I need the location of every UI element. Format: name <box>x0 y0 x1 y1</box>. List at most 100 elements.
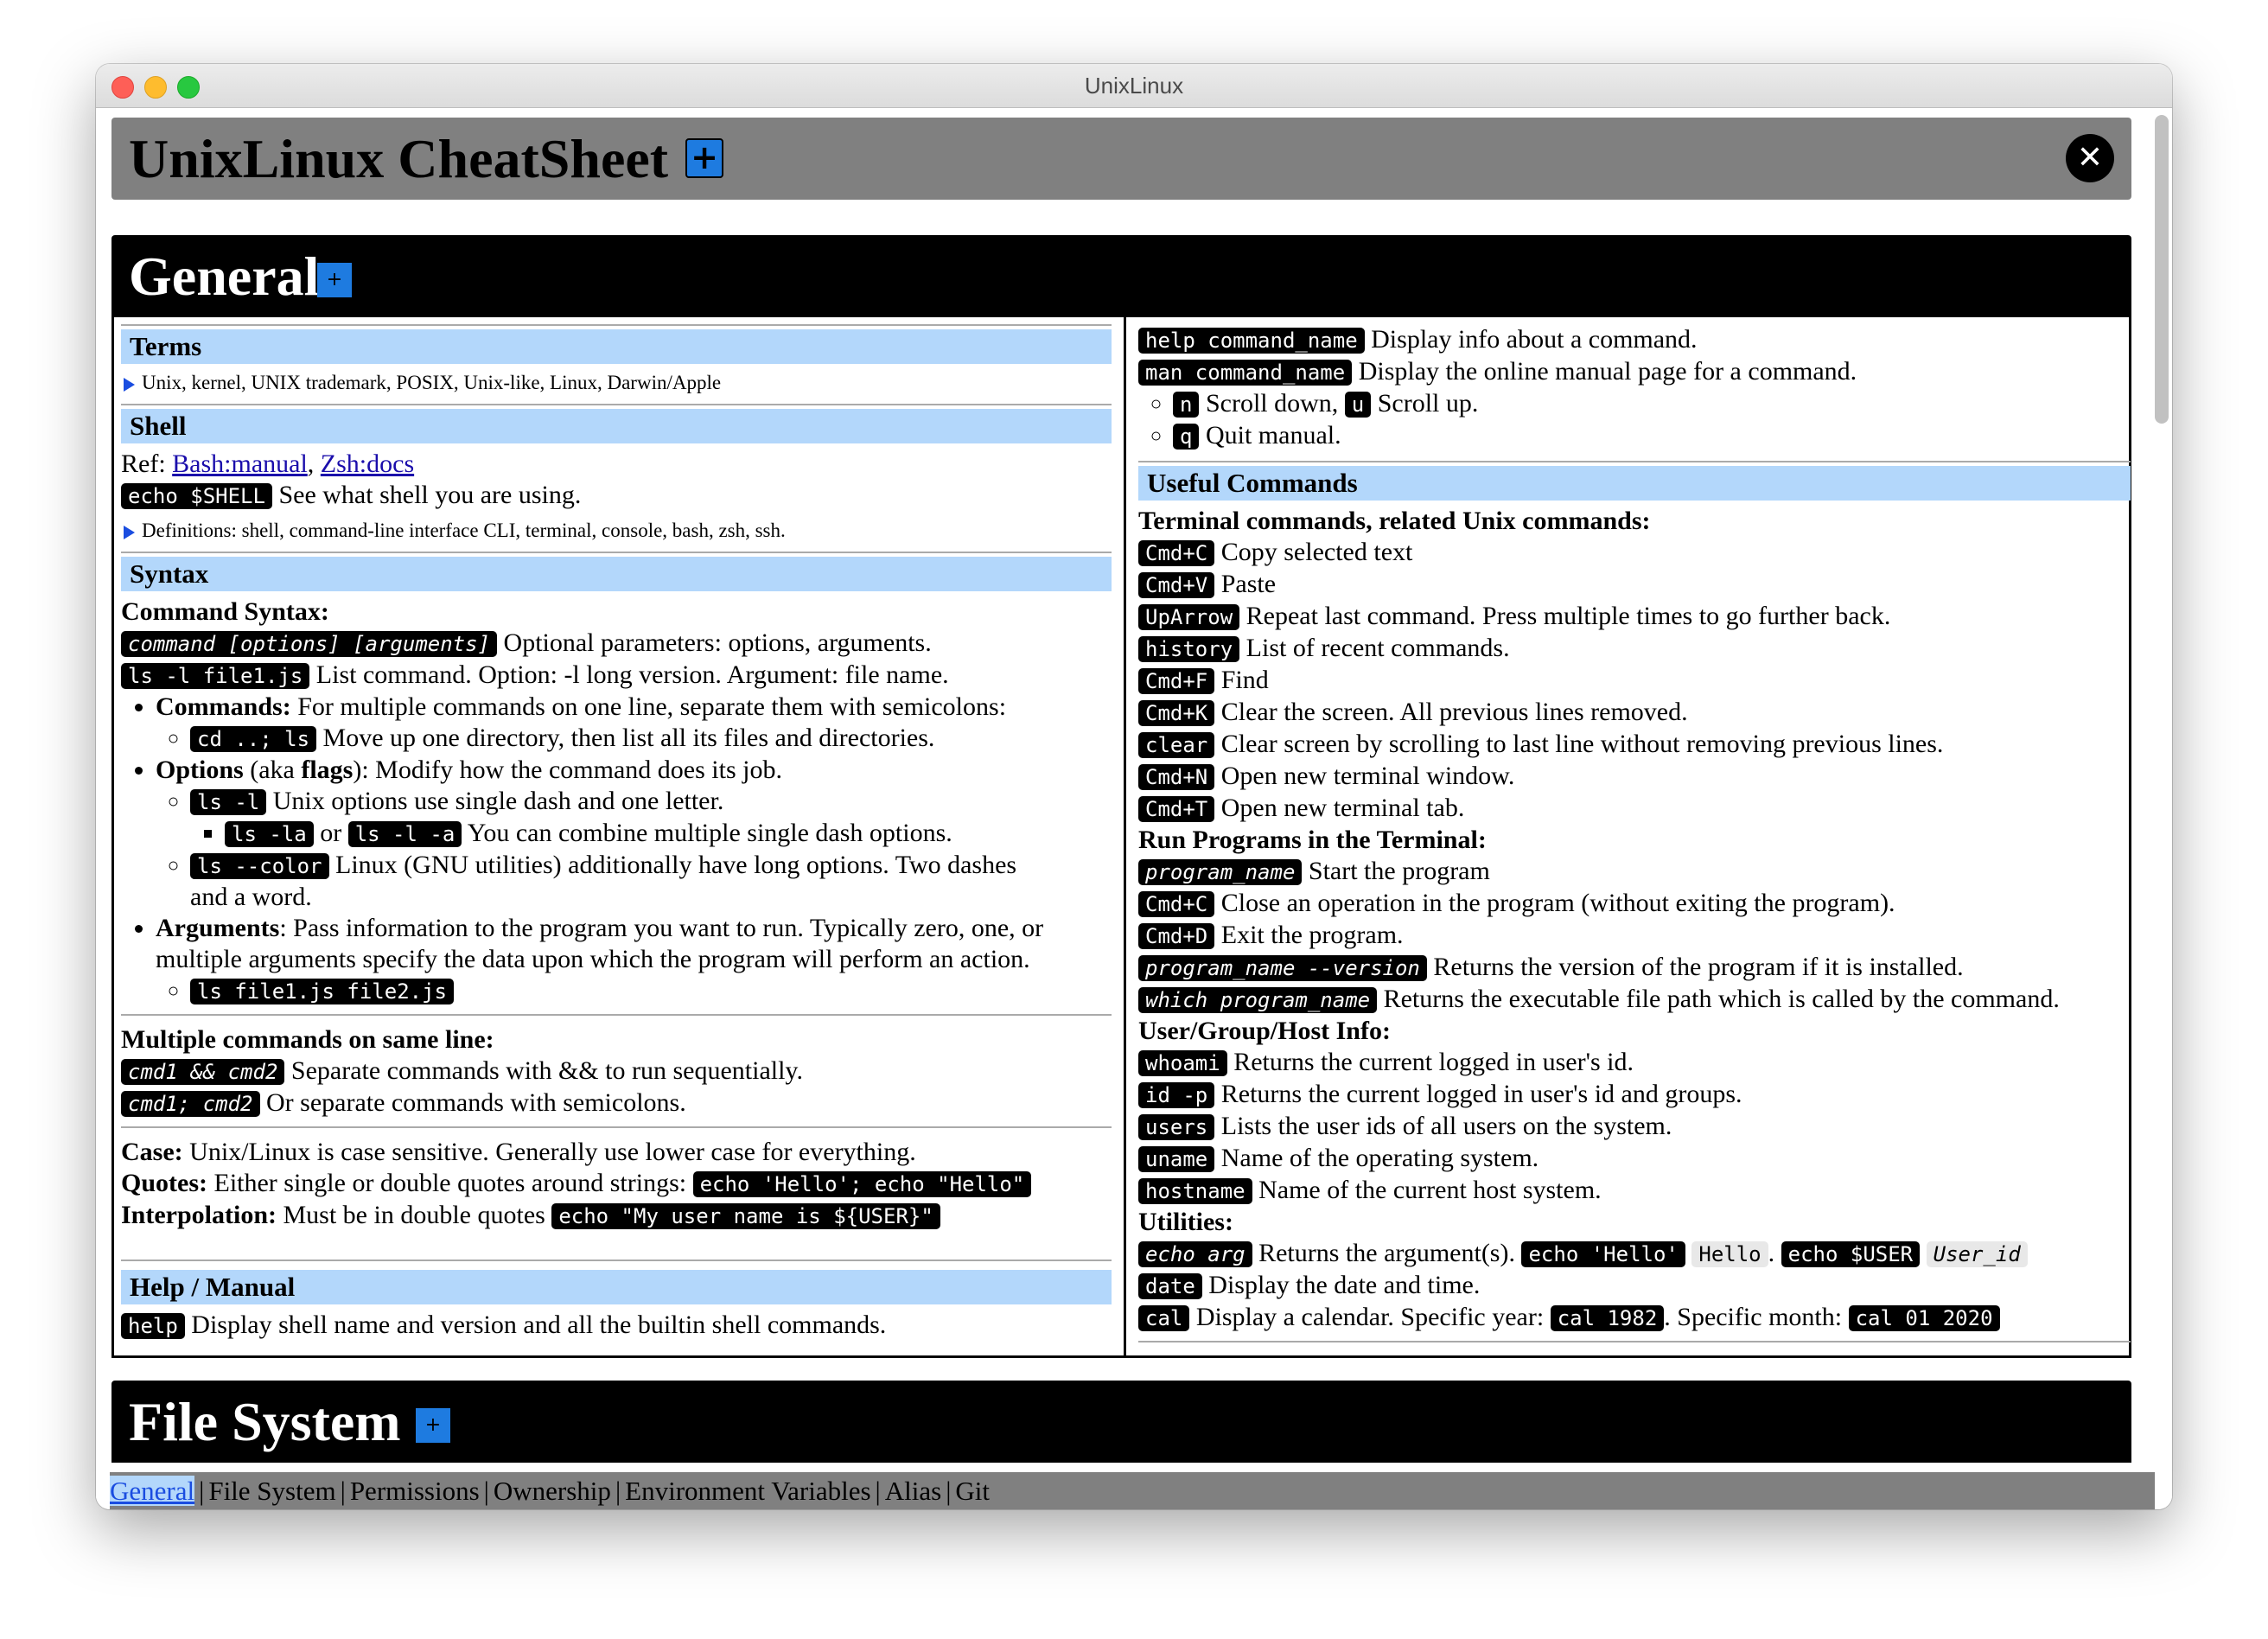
card-case: Case: Unix/Linux is case sensitive. Gene… <box>121 1126 1112 1253</box>
code-args: ls file1.js file2.js <box>190 979 454 1004</box>
vertical-scrollbar[interactable] <box>2155 115 2169 424</box>
command-code: hostname <box>1138 1178 1252 1204</box>
command-code: which program_name <box>1138 987 1378 1013</box>
run-label: Run Programs in the Terminal: <box>1138 826 1487 854</box>
code-ls-color: ls --color <box>190 853 329 879</box>
command-row: which program_name Returns the executabl… <box>1138 984 2131 1016</box>
u-desc: Scroll up. <box>1377 389 1479 418</box>
section-expand-plus-icon[interactable]: + <box>416 1408 450 1443</box>
app-window: UnixLinux UnixLinux CheatSheet + ✕ Gener… <box>96 64 2172 1509</box>
zsh-docs-link[interactable]: Zsh:docs <box>321 450 414 478</box>
card-title-syntax: Syntax <box>121 557 1112 591</box>
code-n: n <box>1173 392 1200 418</box>
commands-label: Commands: <box>156 692 291 721</box>
syntax-desc: Optional parameters: options, arguments. <box>503 628 932 657</box>
options-desc: ): Modify how the command does its job. <box>353 756 782 784</box>
options-label: Options <box>156 756 244 784</box>
command-row: whoami Returns the current logged in use… <box>1138 1047 2131 1079</box>
or-text: or <box>320 819 342 847</box>
nav-separator: | <box>615 1476 621 1506</box>
command-row: Cmd+V Paste <box>1138 569 2131 601</box>
command-code: uname <box>1138 1146 1215 1172</box>
n-desc: Scroll down, <box>1205 389 1339 418</box>
list-item: ls file1.js file2.js <box>190 975 1112 1007</box>
help-desc: Display shell name and version and all t… <box>191 1311 887 1339</box>
case-desc: Unix/Linux is case sensitive. Generally … <box>189 1138 916 1166</box>
expand-all-plus-icon[interactable]: + <box>685 138 723 178</box>
command-syntax-label: Command Syntax: <box>121 597 329 626</box>
arguments-desc2: multiple arguments specify the data upon… <box>156 945 1030 973</box>
command-desc: Copy selected text <box>1220 538 1413 566</box>
command-row: UpArrow Repeat last command. Press multi… <box>1138 601 2131 633</box>
nav-link-ownership[interactable]: Ownership <box>494 1476 611 1506</box>
section-header-file-system[interactable]: File System + <box>111 1381 2131 1463</box>
command-desc: Find <box>1220 666 1269 694</box>
command-desc: Clear screen by scrolling to last line w… <box>1220 730 1944 758</box>
code-q: q <box>1173 424 1200 450</box>
man-keys-list: n Scroll down, u Scroll up. q Quit manua… <box>1138 388 2131 452</box>
code-echo-hello: echo 'Hello' <box>1521 1241 1685 1267</box>
command-row: Cmd+F Find <box>1138 665 2131 697</box>
code-date: date <box>1138 1273 1202 1299</box>
code-help-command: help command_name <box>1145 328 1358 353</box>
bash-manual-link[interactable]: Bash:manual <box>172 450 308 478</box>
terms-details-summary[interactable]: Unix, kernel, UNIX trademark, POSIX, Uni… <box>121 369 1112 397</box>
command-row: Cmd+K Clear the screen. All previous lin… <box>1138 697 2131 729</box>
nav-link-file-system[interactable]: File System <box>208 1476 335 1506</box>
cal-month-label: . Specific month: <box>1664 1303 1843 1331</box>
nav-separator: | <box>946 1476 952 1506</box>
close-icon[interactable]: ✕ <box>2066 134 2114 182</box>
user-label: User/Group/Host Info: <box>1138 1017 1391 1045</box>
list-item: Arguments: Pass information to the progr… <box>156 913 1112 1007</box>
command-row: program_name Start the program <box>1138 856 2131 888</box>
code-ls-l-a: ls -l -a <box>347 821 462 847</box>
options-aka: (aka <box>250 756 295 784</box>
util-label: Utilities: <box>1138 1208 1233 1236</box>
section-body-general: Terms Unix, kernel, UNIX trademark, POSI… <box>111 317 2131 1358</box>
nav-link-environment-variables[interactable]: Environment Variables <box>625 1476 870 1506</box>
command-code: Cmd+N <box>1138 764 1215 790</box>
command-code: Cmd+F <box>1138 668 1215 694</box>
command-code: users <box>1138 1114 1215 1140</box>
nav-link-git[interactable]: Git <box>955 1476 990 1506</box>
card-terms: Terms Unix, kernel, UNIX trademark, POSI… <box>121 324 1112 397</box>
command-row: history List of recent commands. <box>1138 633 2131 665</box>
echo-shell-desc: See what shell you are using. <box>278 481 582 509</box>
section-expand-plus-icon[interactable]: + <box>317 263 352 297</box>
q-desc: Quit manual. <box>1205 421 1341 450</box>
nav-link-alias[interactable]: Alias <box>885 1476 941 1506</box>
code-and: cmd1 && cmd2 <box>128 1060 278 1084</box>
terms-summary-text: Unix, kernel, UNIX trademark, POSIX, Uni… <box>142 372 722 393</box>
definitions-details-summary[interactable]: Definitions: shell, command-line interfa… <box>121 517 1112 545</box>
ls-color-desc: Linux (GNU utilities) additionally have … <box>335 851 1017 879</box>
code-ls-la: ls -la <box>225 821 314 847</box>
syntax-list: Commands: For multiple commands on one l… <box>121 692 1112 1007</box>
interp-label: Interpolation: <box>121 1201 277 1229</box>
nav-link-general[interactable]: General <box>110 1476 195 1506</box>
code-ls-l: ls -l <box>190 789 267 815</box>
command-code-text: program_name --version <box>1145 956 1420 980</box>
ref-label: Ref: <box>121 450 166 478</box>
list-item: ls -l Unix options use single dash and o… <box>190 786 1112 850</box>
disclosure-triangle-icon[interactable] <box>124 377 135 392</box>
nav-link-permissions[interactable]: Permissions <box>350 1476 480 1506</box>
code-man: man command_name <box>1138 360 1353 386</box>
disclosure-triangle-icon[interactable] <box>124 525 135 539</box>
user-output: User_id <box>1933 1242 2021 1266</box>
command-desc: Open new terminal window. <box>1220 762 1515 790</box>
command-row: hostname Name of the current host system… <box>1138 1175 2131 1207</box>
command-code: history <box>1138 636 1240 662</box>
nav-separator: | <box>875 1476 881 1506</box>
command-desc: Close an operation in the program (witho… <box>1220 889 1895 917</box>
card-bottom-rule <box>1138 1341 2131 1342</box>
command-row: Cmd+N Open new terminal window. <box>1138 761 2131 793</box>
terminal-label: Terminal commands, related Unix commands… <box>1138 507 1651 535</box>
window-title: UnixLinux <box>1084 73 1184 99</box>
date-desc: Display the date and time. <box>1208 1271 1481 1299</box>
right-column: help command_name Display info about a c… <box>1138 324 2131 1348</box>
code-ls-file: ls -l file1.js <box>121 663 310 689</box>
card-title-useful: Useful Commands <box>1138 466 2131 501</box>
echo-arg-desc: Returns the argument(s). <box>1258 1239 1515 1267</box>
section-header-general[interactable]: General + <box>111 235 2131 317</box>
command-desc: Exit the program. <box>1220 921 1404 949</box>
